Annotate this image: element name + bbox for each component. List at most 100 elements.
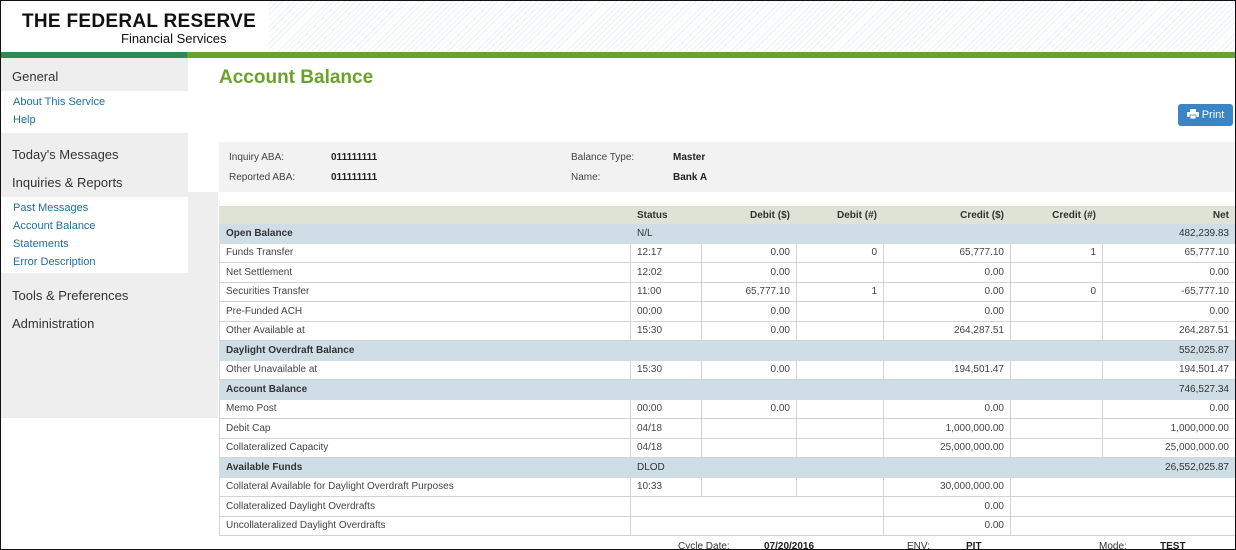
sidebar-link-help[interactable]: Help [13, 111, 188, 129]
mode-value: TEST [1160, 541, 1186, 550]
env-label: ENV: [907, 541, 930, 550]
row-label: Daylight Overdraft Balance [219, 340, 631, 361]
row-label: Collateralized Daylight Overdrafts [219, 496, 631, 517]
name-value: Bank A [673, 172, 708, 183]
row-net: 264,287.51 [1102, 320, 1235, 341]
sidebar-link-about[interactable]: About This Service [13, 93, 188, 111]
row-debit-amount: 0.00 [701, 398, 797, 419]
row-label: Memo Post [219, 398, 631, 419]
table-row: Debit Cap 04/18 1,000,000.00 1,000,000.00 [219, 418, 1235, 439]
row-debit-amount [701, 437, 797, 458]
balance-table: Status Debit ($) Debit (#) Credit ($) Cr… [219, 206, 1235, 536]
balance-type-value: Master [673, 152, 706, 163]
row-label: Securities Transfer [219, 281, 631, 302]
row-credit-count [1010, 301, 1103, 322]
row-status: 12:02 [630, 262, 702, 283]
row-debit-count: 0 [796, 242, 884, 263]
table-section-row: Available Funds DLOD 26,552,025.87 [219, 457, 1235, 478]
row-net: 25,000,000.00 [1102, 437, 1235, 458]
sidebar-section-todays-messages[interactable]: Today's Messages [1, 140, 188, 168]
row-status: 04/18 [630, 418, 702, 439]
row-status: 15:30 [630, 359, 702, 380]
table-row: Pre-Funded ACH 00:00 0.00 0.00 0.00 [219, 301, 1235, 322]
row-net: 0.00 [1102, 262, 1235, 283]
reported-aba-value: 011111111 [331, 172, 378, 183]
row-status [630, 340, 1103, 361]
row-debit-count [796, 320, 884, 341]
table-row: Collateral Available for Daylight Overdr… [219, 476, 1235, 497]
env-value: PIT [966, 541, 982, 550]
logo[interactable]: THE FEDERAL RESERVE Financial Services [1, 1, 269, 52]
row-credit-amount: 0.00 [883, 281, 1011, 302]
logo-subtitle: Financial Services [121, 31, 227, 46]
sidebar-section-general[interactable]: General [1, 62, 188, 90]
sidebar-section-administration[interactable]: Administration [1, 309, 188, 337]
row-credit-amount: 264,287.51 [883, 320, 1011, 341]
row-credit-amount: 25,000,000.00 [883, 437, 1011, 458]
row-label: Collateral Available for Daylight Overdr… [219, 476, 631, 497]
row-debit-count [796, 437, 884, 458]
row-debit-count [796, 359, 884, 380]
row-label: Pre-Funded ACH [219, 301, 631, 322]
row-debit-amount: 0.00 [701, 301, 797, 322]
table-row: Memo Post 00:00 0.00 0.00 0.00 [219, 398, 1235, 419]
row-debit-count [796, 301, 884, 322]
sidebar-section-inquiries-reports[interactable]: Inquiries & Reports [1, 168, 188, 196]
sidebar-link-statements[interactable]: Statements [13, 235, 188, 253]
content-gutter [188, 192, 218, 418]
page-title: Account Balance [219, 67, 374, 88]
print-button-label: Print [1201, 109, 1225, 121]
table-section-row: Open Balance N/L 482,239.83 [219, 223, 1235, 244]
row-label: Available Funds [219, 457, 631, 478]
sidebar-report-links: Past Messages Account Balance Statements… [1, 197, 188, 273]
row-debit-amount: 0.00 [701, 359, 797, 380]
sidebar-link-error-description[interactable]: Error Description [13, 253, 188, 271]
row-debit-count [796, 418, 884, 439]
row-status: 15:30 [630, 320, 702, 341]
row-status: DLOD [630, 457, 1103, 478]
table-row: Net Settlement 12:02 0.00 0.00 0.00 [219, 262, 1235, 283]
row-status: 10:33 [630, 476, 702, 497]
row-credit-amount: 0.00 [883, 496, 1011, 517]
row-net: 482,239.83 [1102, 223, 1235, 244]
row-credit-amount: 0.00 [883, 262, 1011, 283]
row-label: Net Settlement [219, 262, 631, 283]
print-button[interactable]: Print [1178, 104, 1233, 126]
row-credit-amount: 0.00 [883, 398, 1011, 419]
app-window: THE FEDERAL RESERVE Financial Services G… [0, 0, 1236, 550]
sidebar-section-tools-preferences[interactable]: Tools & Preferences [1, 281, 188, 309]
header-banner: THE FEDERAL RESERVE Financial Services [1, 1, 1235, 53]
row-empty-span [1010, 496, 1235, 517]
row-status: 04/18 [630, 437, 702, 458]
row-credit-amount: 65,777.10 [883, 242, 1011, 263]
balance-type-label: Balance Type: [571, 152, 635, 163]
row-debit-count [796, 476, 884, 497]
table-row: Collateralized Capacity 04/18 25,000,000.0… [219, 437, 1235, 458]
row-credit-amount: 194,501.47 [883, 359, 1011, 380]
row-credit-count [1010, 476, 1235, 497]
column-header-debit-amount: Debit ($) [701, 206, 797, 224]
row-debit-count: 1 [796, 281, 884, 302]
sidebar-link-past-messages[interactable]: Past Messages [13, 199, 188, 217]
row-credit-amount: 30,000,000.00 [883, 476, 1011, 497]
table-header-row: Status Debit ($) Debit (#) Credit ($) Cr… [219, 206, 1235, 224]
column-header-net: Net [1102, 206, 1235, 224]
column-header-credit-count: Credit (#) [1010, 206, 1103, 224]
column-header-label [219, 206, 631, 224]
row-empty-span [1010, 515, 1235, 536]
inquiry-aba-value: 011111111 [331, 152, 378, 163]
sidebar-general-links: About This Service Help [1, 91, 188, 133]
table-section-row: Account Balance 746,527.34 [219, 379, 1235, 400]
row-debit-amount: 0.00 [701, 262, 797, 283]
row-label: Debit Cap [219, 418, 631, 439]
row-credit-amount: 0.00 [883, 515, 1011, 536]
table-row: Funds Transfer 12:17 0.00 0 65,777.10 1 65,777… [219, 242, 1235, 263]
row-credit-amount: 1,000,000.00 [883, 418, 1011, 439]
row-status: 00:00 [630, 398, 702, 419]
sidebar-link-account-balance[interactable]: Account Balance [13, 217, 188, 235]
row-label: Uncollateralized Daylight Overdrafts [219, 515, 631, 536]
row-empty-span [630, 496, 884, 517]
row-credit-count [1010, 320, 1103, 341]
row-credit-count [1010, 418, 1103, 439]
row-status: 00:00 [630, 301, 702, 322]
